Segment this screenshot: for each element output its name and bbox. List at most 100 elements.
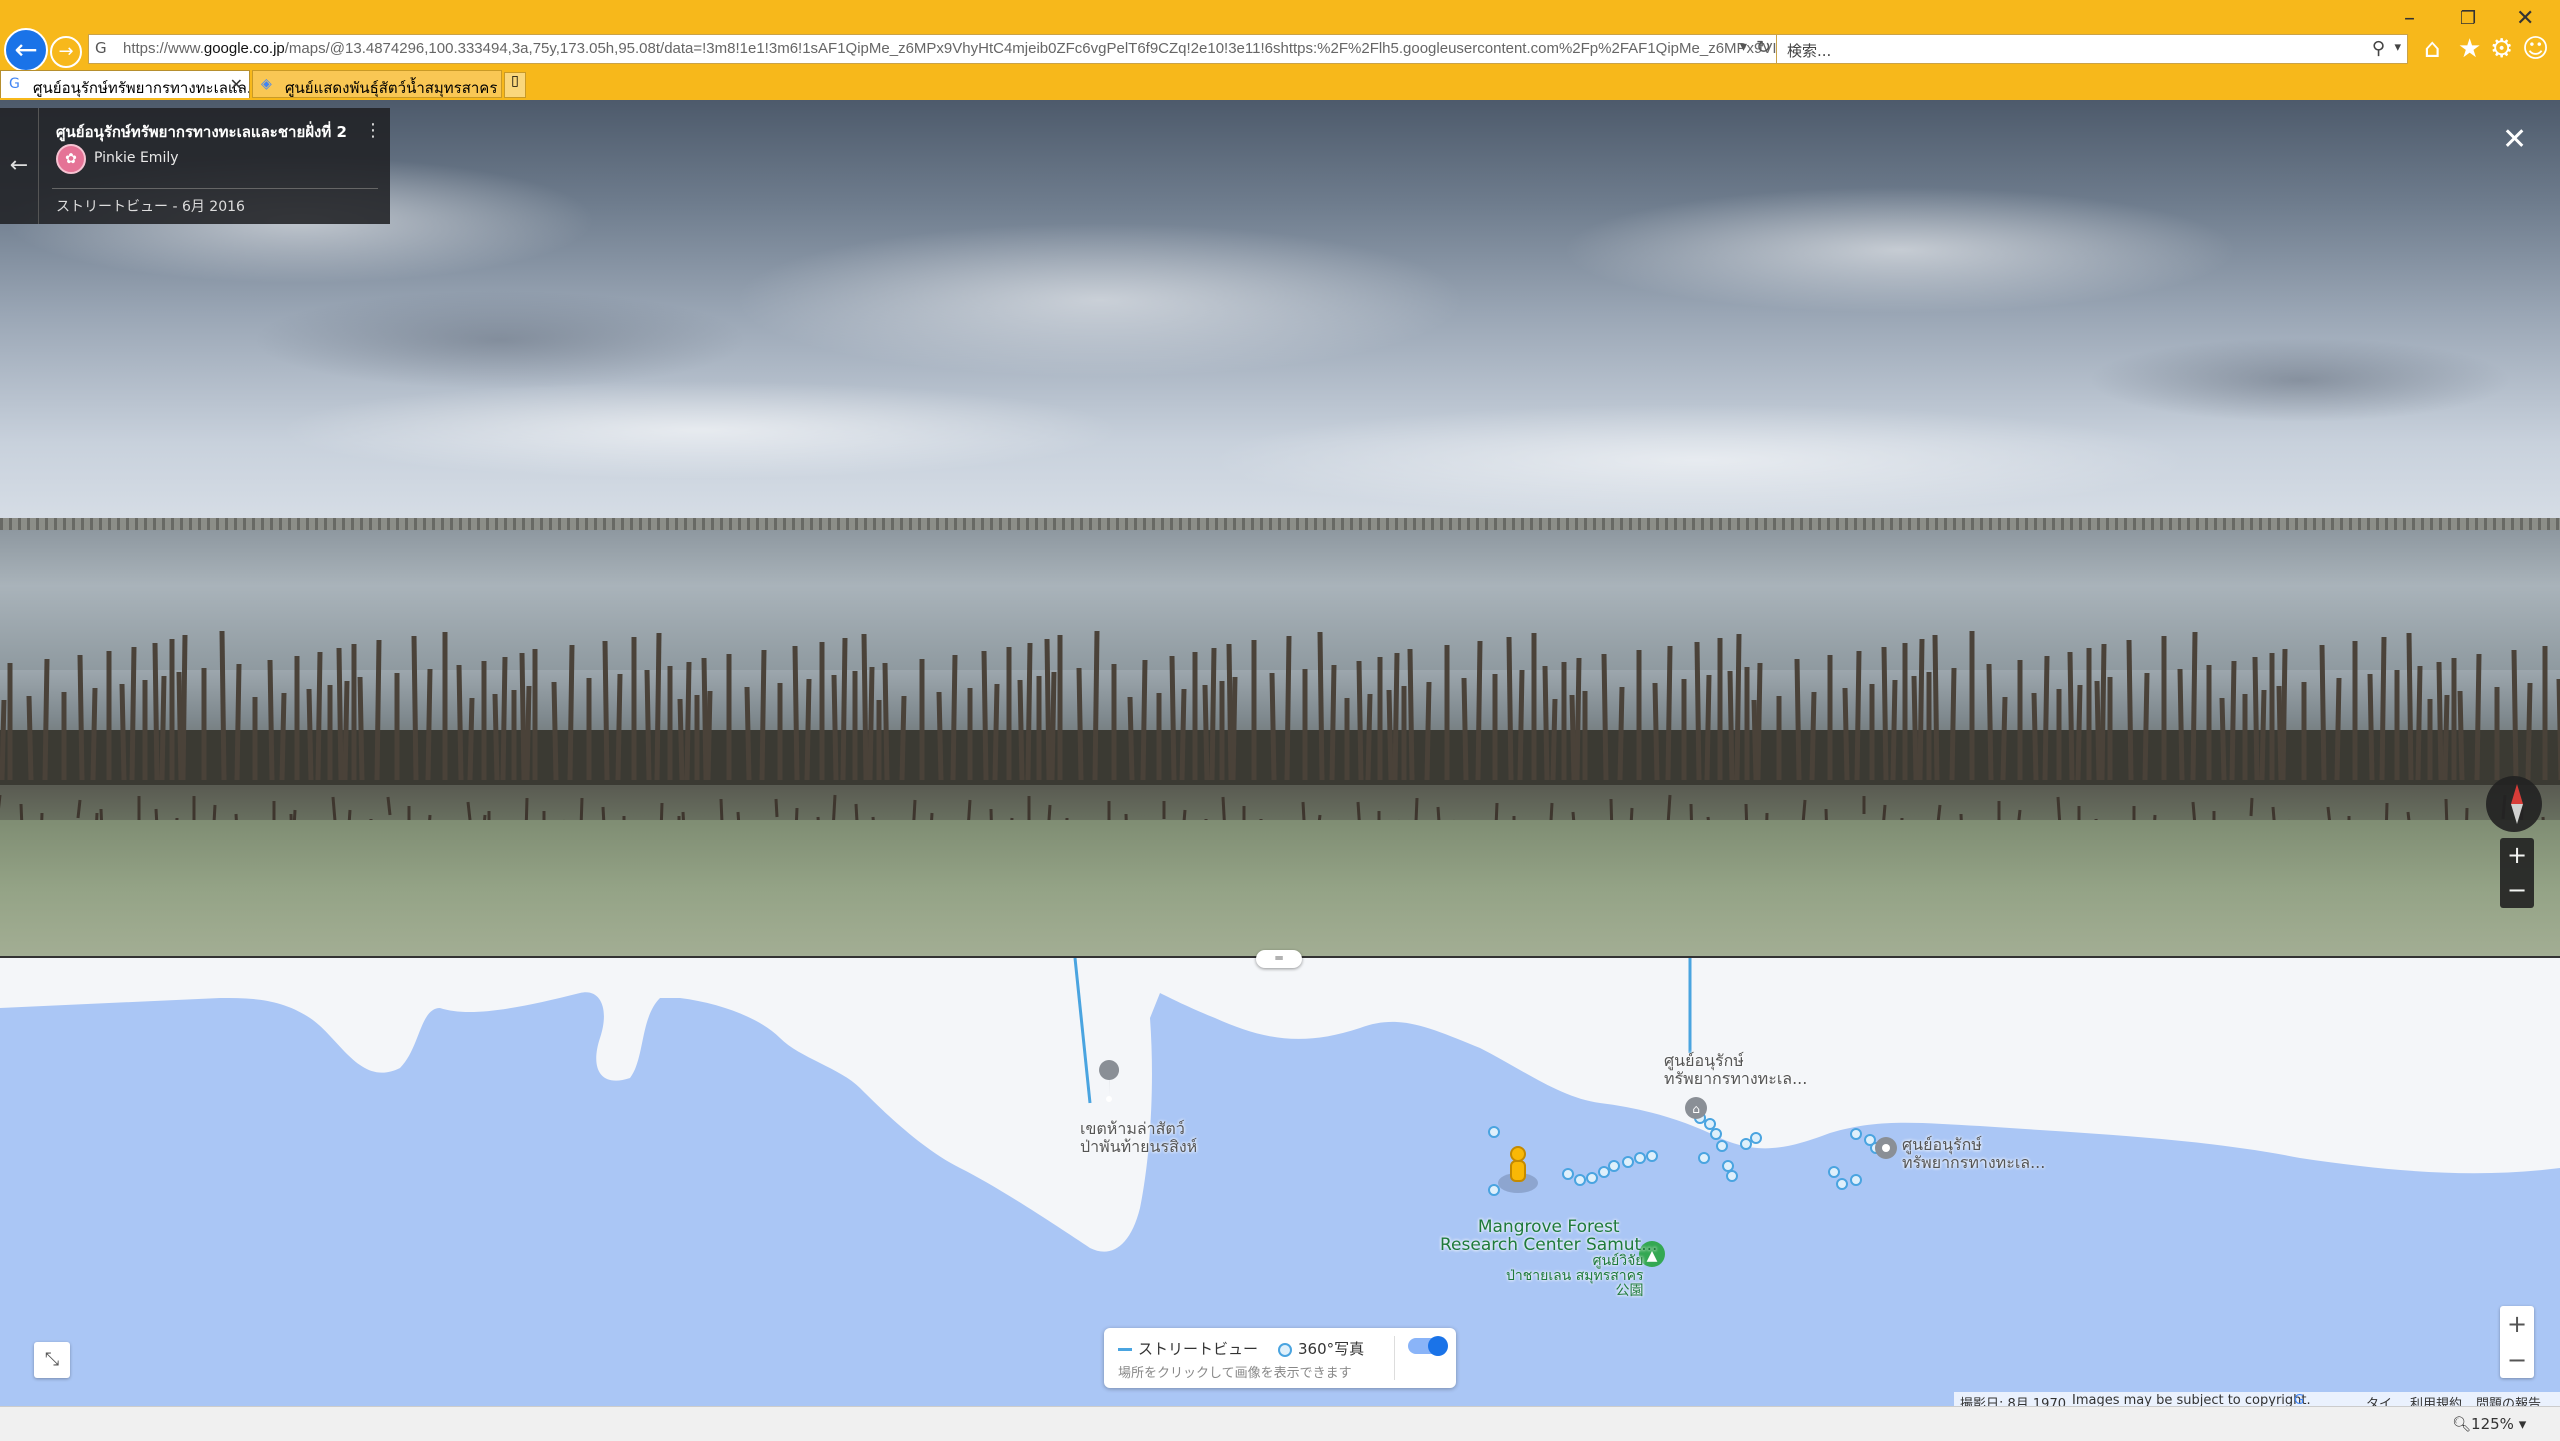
- bamboo-pole: [654, 632, 662, 781]
- bamboo-pole: [1025, 642, 1033, 781]
- bamboo-pole: [2229, 660, 2237, 781]
- refresh-icon[interactable]: ↻: [1756, 37, 1771, 58]
- search-placeholder: 検索...: [1787, 42, 1832, 60]
- bamboo-pole: [2000, 696, 2008, 781]
- zoom-in-button[interactable]: +: [2500, 838, 2534, 873]
- bamboo-pole: [1542, 665, 1550, 781]
- photo-360-dot: [1634, 1152, 1646, 1164]
- gear-icon[interactable]: ⚙: [2490, 34, 2513, 64]
- bamboo-pole: [336, 647, 344, 781]
- map-label-center-a[interactable]: ศูนย์อนุรักษ์ ทรัพยากรทางทะเล...: [1664, 1052, 1807, 1088]
- card-divider: [52, 188, 378, 189]
- bamboo-pole: [2436, 661, 2444, 781]
- bamboo-pole: [1517, 669, 1525, 781]
- bamboo-pole: [1179, 688, 1187, 781]
- bamboo-pole: [119, 683, 127, 781]
- google-favicon-icon: G: [9, 76, 20, 92]
- photo-360-dot: [1828, 1166, 1840, 1178]
- bamboo-pole: [804, 678, 812, 781]
- map-view[interactable]: ⌂ ▲ เขตห้ามล่าสัตว์ ป่าพันท้ายนรสิงห์ ศูน…: [0, 958, 2560, 1406]
- bamboo-pole: [1269, 672, 1277, 781]
- blue-dot-icon: [1278, 1342, 1292, 1357]
- back-arrow-icon[interactable]: ←: [0, 108, 39, 224]
- star-icon[interactable]: ★: [2458, 34, 2481, 64]
- address-dropdown-icon[interactable]: ▾: [1740, 39, 1747, 55]
- pane-resize-handle[interactable]: ═: [1256, 950, 1302, 968]
- smiley-icon[interactable]: ☺: [2522, 34, 2549, 64]
- place-title[interactable]: ศูนย์อนุรักษ์ทรัพยากรทางทะเลและชายฝั่งที…: [56, 120, 356, 144]
- bamboo-pole: [1854, 650, 1862, 781]
- bamboo-pole: [936, 691, 944, 781]
- capture-date: ストリートビュー - 6月 2016: [56, 199, 245, 215]
- poi-pin-icon: [1875, 1137, 1897, 1159]
- legend-separator: [1394, 1336, 1395, 1380]
- bamboo-pole: [1949, 667, 1957, 781]
- address-bar[interactable]: G https://www.google.co.jp/maps/@13.4874…: [88, 34, 1778, 64]
- bamboo-pole: [840, 637, 848, 781]
- exit-fullscreen-button[interactable]: ⤡: [34, 1342, 70, 1378]
- bamboo-pole: [2126, 639, 2134, 781]
- forward-button[interactable]: →: [50, 36, 82, 68]
- map-zoom-out-button[interactable]: −: [2500, 1342, 2534, 1378]
- photo-360-dot: [1574, 1174, 1586, 1186]
- photo-360-dot: [1722, 1160, 1734, 1172]
- photo-360-dot: [1750, 1132, 1762, 1144]
- bamboo-pole: [882, 662, 890, 781]
- bamboo-pole: [425, 668, 433, 781]
- map-label-reserve[interactable]: เขตห้ามล่าสัตว์ ป่าพันท้ายนรสิงห์: [1080, 1120, 1197, 1156]
- bamboo-pole: [2042, 655, 2050, 781]
- bamboo-pole: [1665, 645, 1673, 781]
- home-icon[interactable]: ⌂: [2424, 34, 2441, 64]
- bamboo-pole: [2319, 644, 2327, 781]
- street-view-panorama[interactable]: [0, 100, 2560, 958]
- photo-360-dot: [1608, 1160, 1620, 1172]
- search-icon[interactable]: ⚲: [2372, 38, 2385, 59]
- new-tab-button[interactable]: ▯: [504, 72, 526, 98]
- compass-icon[interactable]: [2486, 776, 2542, 832]
- bamboo-pole: [950, 654, 958, 781]
- bamboo-pole: [1727, 670, 1735, 781]
- minimize-icon[interactable]: –: [2404, 6, 2415, 31]
- bamboo-pole: [519, 652, 527, 781]
- map-label-mangrove[interactable]: Mangrove Forest Research Center Samut...: [1440, 1218, 1657, 1254]
- bamboo-pole: [1794, 658, 1802, 781]
- author-avatar[interactable]: ✿: [56, 144, 86, 174]
- street-view-zoom-control: + −: [2500, 838, 2534, 908]
- close-tab-icon[interactable]: ✕: [230, 75, 243, 94]
- bamboo-pole: [219, 630, 227, 781]
- mud-stub: [1414, 797, 1419, 823]
- coverage-toggle[interactable]: [1408, 1336, 1448, 1356]
- bamboo-pole: [159, 675, 167, 781]
- browser-toolbar: – ❐ ✕ ← → G https://www.google.co.jp/map…: [0, 0, 2560, 100]
- search-dropdown-icon[interactable]: ▾: [2394, 40, 2401, 55]
- bamboo-pole: [1386, 689, 1394, 781]
- map-zoom-in-button[interactable]: +: [2500, 1306, 2534, 1342]
- bamboo-pole: [152, 642, 160, 781]
- map-label-mangrove-thai[interactable]: ศูนย์วิจัย ป่าชายเลน สมุทรสาคร 公園: [1506, 1254, 1644, 1299]
- bamboo-pole: [1284, 635, 1292, 781]
- bamboo-pole: [1017, 679, 1025, 781]
- mud-stub: [2249, 797, 2254, 817]
- street-view-pegman-icon: [1498, 1146, 1538, 1193]
- close-window-icon[interactable]: ✕: [2516, 6, 2534, 31]
- bamboo-pole: [1809, 691, 1817, 781]
- zoom-level[interactable]: 🔍︎125% ▾: [2452, 1415, 2526, 1433]
- mud-stub: [386, 796, 392, 816]
- map-label-center-b[interactable]: ศูนย์อนุรักษ์ ทรัพยากรทางทะเล...: [1902, 1136, 2045, 1172]
- bamboo-pole: [1550, 698, 1558, 781]
- bamboo-pole: [1751, 699, 1759, 781]
- tab-inactive[interactable]: ◈ ศูนย์แสดงพันธุ์สัตว์น้ำสมุทรสาคร สม...: [252, 70, 502, 98]
- restore-icon[interactable]: ❐: [2460, 8, 2476, 29]
- bamboo-pole: [234, 663, 242, 781]
- bamboo-pole: [1842, 687, 1850, 781]
- zoom-out-button[interactable]: −: [2500, 873, 2534, 908]
- bamboo-pole: [176, 671, 184, 781]
- bamboo-pole: [2334, 677, 2342, 781]
- close-street-view-icon[interactable]: ✕: [2502, 122, 2527, 157]
- tab-active[interactable]: G ศูนย์อนุรักษ์ทรัพยากรทางทะเลแล... ✕: [0, 70, 250, 98]
- back-button[interactable]: ←: [4, 28, 48, 72]
- bamboo-pole: [1365, 693, 1373, 781]
- more-options-icon[interactable]: ⋮: [364, 120, 382, 141]
- search-box[interactable]: 検索... ⚲ ▾: [1776, 34, 2408, 64]
- author-name[interactable]: Pinkie Emily: [94, 150, 179, 166]
